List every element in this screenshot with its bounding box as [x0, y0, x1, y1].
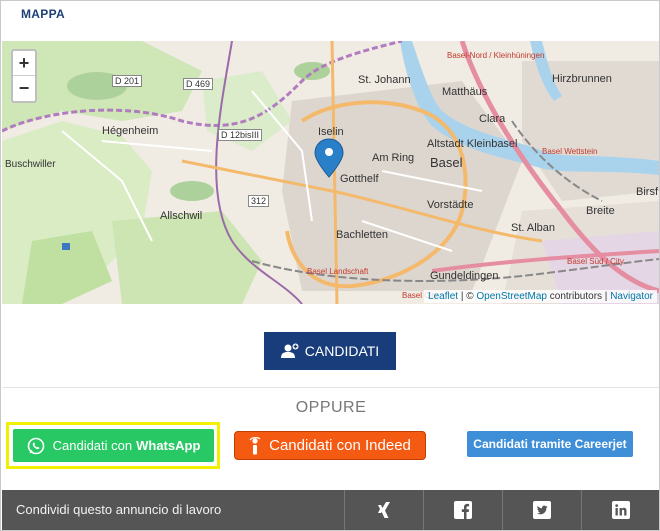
apply-button-label: CANDIDATI — [304, 343, 380, 359]
map-label: St. Alban — [511, 222, 556, 234]
share-twitter-button[interactable] — [502, 490, 581, 530]
map-label: Altstadt Kleinbasel — [427, 138, 518, 150]
openstreetmap-link[interactable]: OpenStreetMap — [476, 291, 547, 302]
share-text: Condividi questo annuncio di lavoro — [16, 502, 222, 517]
twitter-icon — [533, 501, 551, 519]
map-label: Breite — [586, 205, 615, 217]
careerjet-apply-button[interactable]: Candidati tramite Careerjet — [467, 431, 633, 457]
map-label: D 201 — [112, 75, 143, 87]
map-label: Basel Süd / City — [567, 257, 624, 266]
zoom-out-button[interactable]: − — [13, 76, 35, 101]
map-label: St. Johann — [358, 74, 411, 86]
share-footer: Condividi questo annuncio di lavoro — [2, 490, 659, 530]
apply-button[interactable]: CANDIDATI — [264, 332, 396, 370]
indeed-apply-button[interactable]: Candidati con Indeed — [234, 431, 426, 460]
map-attribution: Leaflet | © OpenStreetMap contributors |… — [424, 290, 657, 303]
whatsapp-label-prefix: Candidati con — [52, 438, 133, 453]
zoom-in-button[interactable]: + — [13, 51, 35, 76]
map-label: Iselin — [318, 126, 344, 138]
whatsapp-icon — [27, 437, 44, 454]
facebook-icon — [454, 501, 472, 519]
oppure-label: OPPURE — [295, 399, 367, 416]
leaflet-link[interactable]: Leaflet — [428, 291, 458, 302]
map-label: Gotthelf — [340, 173, 379, 185]
map-label: 312 — [248, 195, 270, 207]
map-label: Vorstädte — [427, 199, 474, 211]
navigator-link[interactable]: Navigator — [610, 291, 653, 302]
map-label: D 469 — [183, 78, 214, 90]
map-label: Bachletten — [336, 229, 388, 241]
share-linkedin-button[interactable] — [581, 490, 660, 530]
map-label: Basel — [430, 155, 463, 170]
indeed-label: Candidati con Indeed — [269, 437, 411, 454]
map-label: Basel Wettstein — [542, 147, 598, 156]
map-label: Gundeldingen — [430, 270, 499, 282]
linkedin-icon — [612, 501, 630, 519]
map-label: Buschwiller — [5, 159, 56, 170]
attribution-contributors: contributors | — [547, 291, 611, 302]
xing-icon — [378, 502, 390, 518]
map-label: Am Ring — [372, 152, 415, 164]
map-label: Basel-Nord / Kleinhüningen — [447, 51, 545, 60]
indeed-icon — [249, 436, 261, 454]
divider — [2, 387, 659, 388]
whatsapp-label-brand: WhatsApp — [136, 438, 201, 453]
map-view[interactable]: D 201 D 469 D 12bisIII 312 Hégenheim Bus… — [2, 41, 659, 304]
map-label: Clara — [479, 113, 506, 125]
map-label: D 12bisIII — [218, 129, 263, 141]
user-plus-icon — [280, 343, 299, 358]
share-xing-button[interactable] — [344, 490, 423, 530]
attribution-separator: | © — [458, 291, 477, 302]
page-frame: MAPPA D 201 D 469 D 12bisIII 312 Hégenhe… — [0, 0, 660, 531]
careerjet-label: Candidati tramite Careerjet — [473, 437, 627, 451]
map-label: Allschwil — [160, 210, 203, 222]
share-facebook-button[interactable] — [423, 490, 502, 530]
map-label: Basel Landschaft — [307, 267, 369, 276]
map-label: Hégenheim — [102, 125, 159, 137]
map-label: Matthäus — [442, 86, 488, 98]
map-label: Birsf — [636, 186, 658, 198]
whatsapp-apply-button[interactable]: Candidati con WhatsApp — [13, 429, 214, 462]
map-zoom-control: + − — [11, 49, 37, 103]
section-title: MAPPA — [21, 7, 65, 21]
map-label: Hirzbrunnen — [552, 73, 612, 85]
